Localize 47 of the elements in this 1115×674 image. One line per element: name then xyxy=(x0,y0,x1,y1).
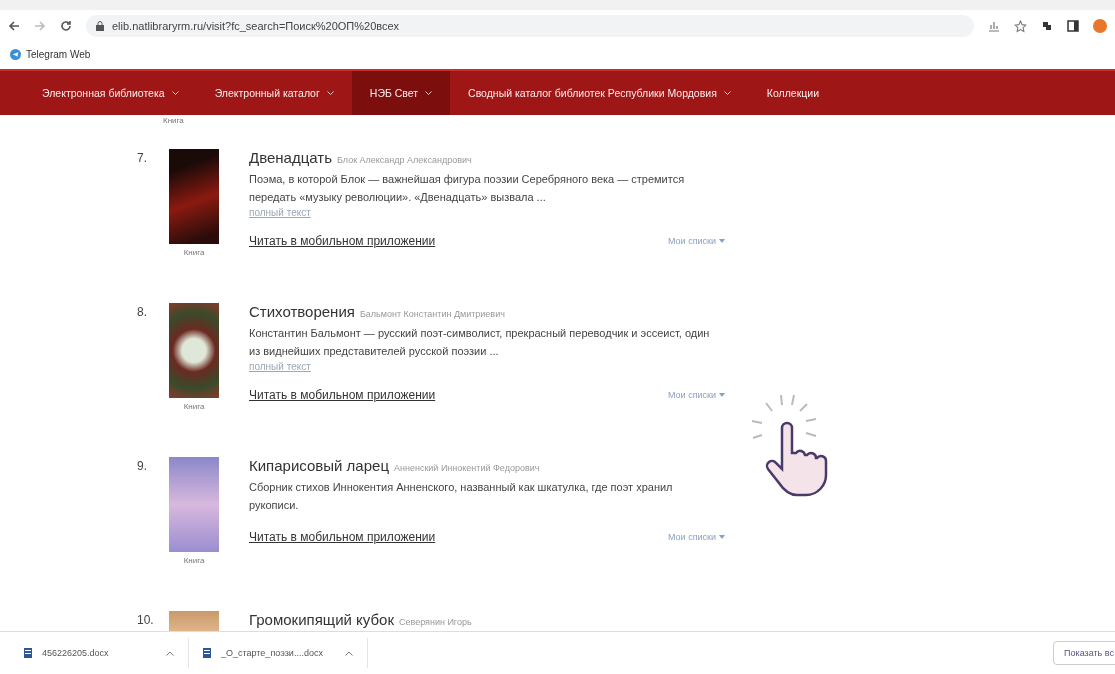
profile-avatar[interactable] xyxy=(1093,19,1107,33)
nav-tab[interactable]: Электронная библиотека xyxy=(24,71,197,115)
nav-tab[interactable]: НЭБ Свет xyxy=(351,71,451,115)
read-in-app-link[interactable]: Читать в мобильном приложении xyxy=(249,530,436,544)
caret-icon[interactable] xyxy=(166,650,174,656)
telegram-icon xyxy=(10,48,21,60)
document-icon xyxy=(203,648,211,658)
book-title[interactable]: Стихотворения xyxy=(249,303,355,320)
download-item[interactable]: 456226205.docx xyxy=(10,638,189,668)
document-icon xyxy=(24,648,32,658)
result-number: 9. xyxy=(137,458,148,475)
show-all-button[interactable]: Показать вс xyxy=(1053,641,1115,665)
back-icon[interactable] xyxy=(8,20,20,32)
book-description: Поэма, в которой Блок — важнейшая фигура поэзии Серебряного века — стремится передать «музыку революции». «Двенадцать» вызвала ... xyxy=(249,172,686,205)
caret-icon xyxy=(719,393,725,397)
reload-icon[interactable] xyxy=(60,20,72,32)
book-author: Анненский Иннокентий Федорович xyxy=(394,463,540,473)
book-author: Бальмонт Константин Дмитриевич xyxy=(359,309,505,319)
type-label: Книга xyxy=(183,556,205,565)
type-label: Книга xyxy=(183,402,205,411)
star-icon[interactable] xyxy=(1014,19,1027,33)
nav-tab[interactable]: Сводный каталог библиотек Республики Мордовия xyxy=(450,71,749,115)
book-title[interactable]: Двенадцать xyxy=(249,149,332,166)
type-label: Книга xyxy=(163,116,184,125)
caret-icon xyxy=(719,535,725,539)
book-title[interactable]: Кипарисовый ларец xyxy=(249,457,389,474)
nav-tab[interactable]: Коллекции xyxy=(748,71,837,115)
download-item[interactable]: _О_старте_поэзи....docx xyxy=(189,638,368,668)
caret-icon xyxy=(719,239,725,243)
book-description: Сборник стихов Иннокентия Анненского, названный как шкатулка, где поэт хранил рукописи. xyxy=(249,480,674,513)
sidebar-icon[interactable] xyxy=(1067,20,1079,32)
result-number: 10. xyxy=(137,612,155,629)
book-author: Блок Александр Александрович xyxy=(336,155,472,165)
result-number: 7. xyxy=(137,150,148,167)
type-label: Книга xyxy=(183,248,205,257)
read-in-app-link[interactable]: Читать в мобильном приложении xyxy=(249,388,436,402)
book-author: Северянин Игорь xyxy=(398,617,472,627)
book-cover-photo[interactable] xyxy=(169,303,219,398)
nav-tab[interactable]: Электронный каталог xyxy=(196,71,352,115)
lock-icon xyxy=(96,21,104,31)
book-title[interactable]: Громокипящий кубок xyxy=(249,611,394,628)
result-number: 8. xyxy=(137,304,148,321)
book-description: Константин Бальмонт — русский поэт-символист, прекрасный переводчик и эссеист, один из виднейших представителей русской поэзии ... xyxy=(249,326,711,359)
address-bar[interactable]: elib.natlibraryrm.ru/visit?fc_search=Поиск%20ОП%20всех xyxy=(86,15,974,37)
caret-icon[interactable] xyxy=(345,650,353,656)
bookmark-link[interactable]: Telegram Web xyxy=(26,48,91,60)
read-in-app-link[interactable]: Читать в мобильном приложении xyxy=(249,234,436,248)
